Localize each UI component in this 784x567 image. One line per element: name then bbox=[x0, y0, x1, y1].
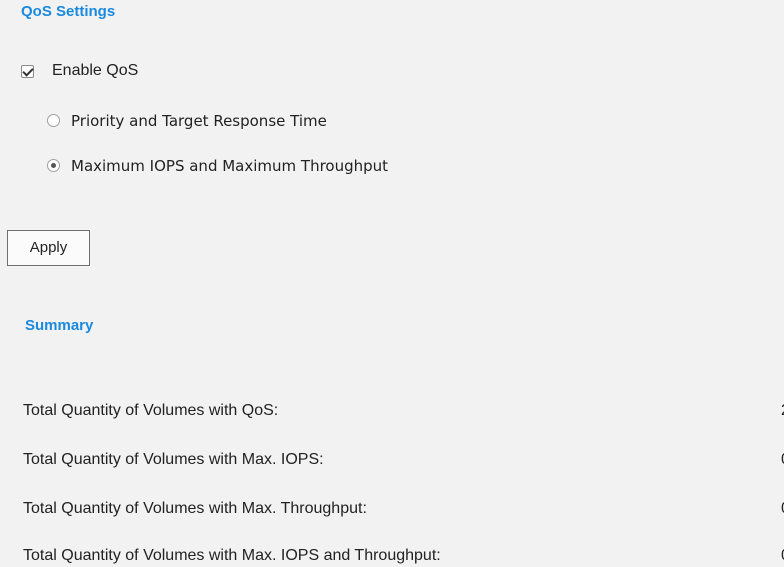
max-iops-throughput-label: Maximum IOPS and Maximum Throughput bbox=[71, 157, 389, 175]
priority-response-time-radio[interactable] bbox=[47, 114, 60, 127]
qos-settings-title: QoS Settings bbox=[21, 3, 116, 20]
summary-title: Summary bbox=[25, 317, 94, 334]
priority-response-time-label: Priority and Target Response Time bbox=[71, 112, 327, 130]
enable-qos-label: Enable QoS bbox=[52, 62, 139, 79]
enable-qos-checkbox[interactable] bbox=[21, 65, 34, 78]
summary-label: Total Quantity of Volumes with QoS: bbox=[23, 402, 279, 419]
max-iops-throughput-radio[interactable] bbox=[47, 159, 60, 172]
apply-button[interactable]: Apply bbox=[7, 230, 90, 266]
summary-label: Total Quantity of Volumes with Max. Thro… bbox=[23, 500, 367, 517]
summary-label: Total Quantity of Volumes with Max. IOPS… bbox=[23, 547, 441, 564]
summary-label: Total Quantity of Volumes with Max. IOPS… bbox=[23, 451, 324, 468]
